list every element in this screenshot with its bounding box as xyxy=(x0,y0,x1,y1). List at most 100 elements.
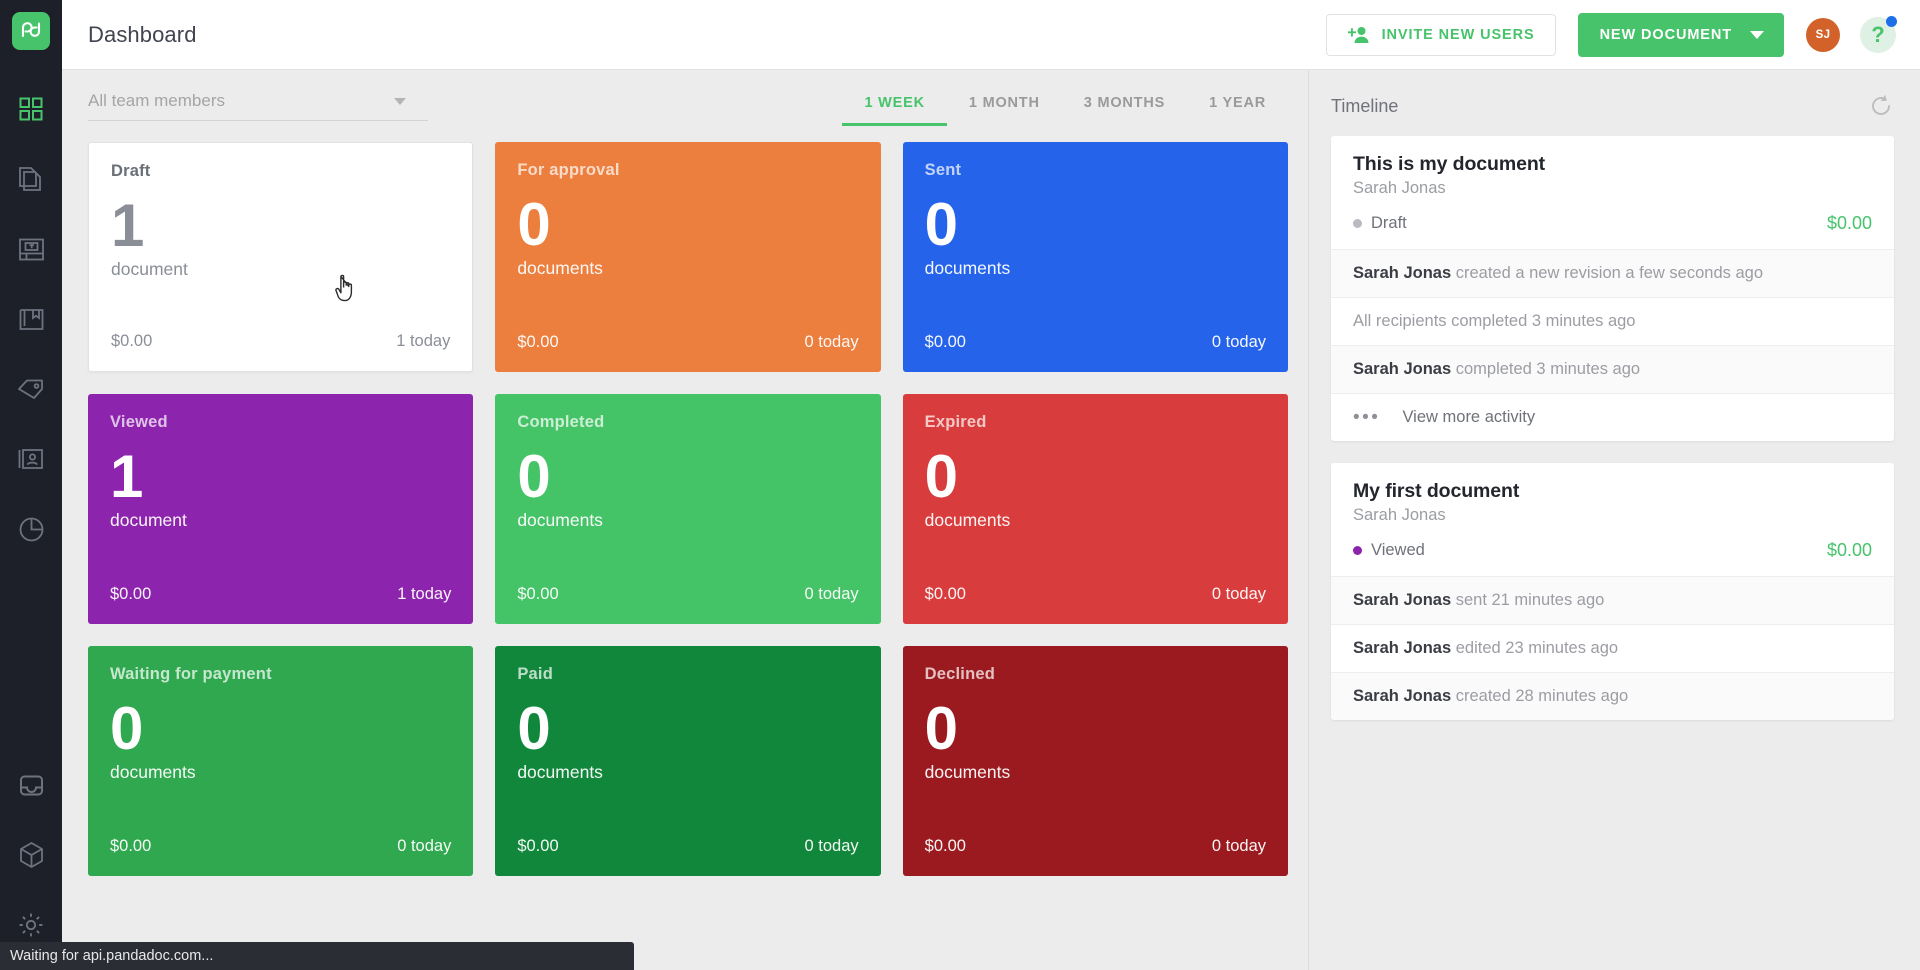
view-more-activity-label: View more activity xyxy=(1402,408,1536,426)
status-card-today: 0 today xyxy=(1211,585,1266,603)
sidebar-item-content-library[interactable] xyxy=(0,284,62,354)
gear-icon xyxy=(19,913,43,937)
page-title: Dashboard xyxy=(88,21,197,47)
refresh-button[interactable] xyxy=(1868,93,1894,119)
activity-actor: Sarah Jonas xyxy=(1353,639,1452,657)
main-column: Dashboard INVITE NEW USERS NEW DOCUMENT xyxy=(62,0,1920,970)
cube-icon xyxy=(19,842,43,868)
timeline-document-header: My first document Sarah Jonas Viewed $0.00 xyxy=(1331,463,1894,576)
status-card[interactable]: Viewed 1 document $0.00 1 today xyxy=(88,394,474,624)
sidebar-item-dashboard[interactable] xyxy=(0,74,62,144)
left-sidebar xyxy=(0,0,62,970)
status-card[interactable]: Waiting for payment 0 documents $0.00 0 toda… xyxy=(88,646,474,876)
tab-1-year[interactable]: 1 YEAR xyxy=(1187,86,1288,126)
sidebar-item-contacts[interactable] xyxy=(0,424,62,494)
sidebar-item-catalog[interactable] xyxy=(0,354,62,424)
status-card-footer: $0.00 1 today xyxy=(111,332,450,351)
filter-bar: All team members 1 WEEK 1 MONTH 3 MONTHS… xyxy=(88,70,1288,136)
tab-3-months[interactable]: 3 MONTHS xyxy=(1062,86,1187,126)
refresh-icon xyxy=(1872,94,1890,115)
sidebar-primary-nav xyxy=(0,74,62,564)
contact-card-icon xyxy=(18,449,43,469)
tab-1-month[interactable]: 1 MONTH xyxy=(947,86,1062,126)
status-card-today: 0 today xyxy=(804,837,859,855)
invite-new-users-button[interactable]: INVITE NEW USERS xyxy=(1325,13,1556,56)
status-card-title: Viewed xyxy=(110,413,168,431)
status-card-amount: $0.00 xyxy=(110,585,152,603)
status-card-grid: Draft 1 document $0.00 1 today For approval 0 d… xyxy=(88,136,1288,876)
timeline-document-name[interactable]: My first document xyxy=(1353,480,1872,503)
status-card-today: 0 today xyxy=(804,333,859,351)
pie-chart-icon xyxy=(19,517,43,541)
dashboard-content: All team members 1 WEEK 1 MONTH 3 MONTHS… xyxy=(62,70,1308,970)
status-card-count: 1 xyxy=(110,443,143,510)
logo-glyph xyxy=(21,22,41,38)
timeline-activity-row: All recipients completed 3 minutes ago xyxy=(1331,297,1894,345)
status-card[interactable]: Expired 0 documents $0.00 0 today xyxy=(902,394,1288,624)
activity-text: All recipients completed 3 minutes ago xyxy=(1353,312,1636,330)
status-card-unit: documents xyxy=(110,762,196,783)
status-card-amount: $0.00 xyxy=(924,333,966,351)
status-card-footer: $0.00 0 today xyxy=(925,333,1266,352)
status-card-footer: $0.00 0 today xyxy=(517,333,858,352)
sidebar-item-templates[interactable] xyxy=(0,214,62,284)
timeline-activity-row: Sarah Jonas completed 3 minutes ago xyxy=(1331,345,1894,393)
view-more-activity-button[interactable]: ••• View more activity xyxy=(1331,393,1894,441)
activity-text: edited 23 minutes ago xyxy=(1451,639,1619,657)
date-range-tabs: 1 WEEK 1 MONTH 3 MONTHS 1 YEAR xyxy=(842,86,1288,126)
timeline-header: Timeline xyxy=(1331,70,1894,136)
status-card-amount: $0.00 xyxy=(517,333,559,351)
status-card-footer: $0.00 0 today xyxy=(517,585,858,604)
chevron-down-icon xyxy=(1750,30,1764,39)
status-card-unit: document xyxy=(110,510,187,531)
status-card-title: Waiting for payment xyxy=(110,665,272,683)
status-card-title: Completed xyxy=(517,413,605,431)
status-card[interactable]: Sent 0 documents $0.00 0 today xyxy=(902,142,1288,372)
pandadoc-logo[interactable] xyxy=(12,12,50,50)
sidebar-item-documents[interactable] xyxy=(0,144,62,214)
timeline-title: Timeline xyxy=(1331,95,1399,116)
status-card-today: 0 today xyxy=(397,837,452,855)
status-card-count: 0 xyxy=(924,695,958,762)
status-card-title: Draft xyxy=(111,162,151,180)
status-card-amount: $0.00 xyxy=(924,585,966,603)
status-card[interactable]: For approval 0 documents $0.00 0 today xyxy=(495,142,881,372)
new-document-button[interactable]: NEW DOCUMENT xyxy=(1577,12,1784,57)
status-card-amount: $0.00 xyxy=(110,837,152,855)
timeline-document-header: This is my document Sarah Jonas Draft $0.00 xyxy=(1331,136,1894,249)
add-user-icon xyxy=(1347,26,1369,43)
timeline-activity-row: Sarah Jonas edited 23 minutes ago xyxy=(1331,624,1894,672)
status-card-unit: documents xyxy=(924,258,1011,279)
activity-actor: Sarah Jonas xyxy=(1353,264,1452,282)
documents-icon xyxy=(19,167,41,191)
activity-actor: Sarah Jonas xyxy=(1353,687,1452,705)
app-root: Dashboard INVITE NEW USERS NEW DOCUMENT xyxy=(0,0,1920,970)
ellipsis-icon: ••• xyxy=(1353,407,1381,428)
timeline-activity-row: Sarah Jonas sent 21 minutes ago xyxy=(1331,576,1894,624)
sidebar-item-inbox[interactable] xyxy=(0,750,62,820)
status-card-today: 1 today xyxy=(396,332,451,350)
team-member-select[interactable]: All team members xyxy=(88,91,428,121)
timeline-panel: Timeline This is my document Sarah Jonas D… xyxy=(1308,70,1920,970)
sidebar-item-reports[interactable] xyxy=(0,494,62,564)
status-card[interactable]: Declined 0 documents $0.00 0 today xyxy=(902,646,1288,876)
help-button[interactable]: ? xyxy=(1860,15,1897,53)
timeline-document-name[interactable]: This is my document xyxy=(1353,153,1872,176)
status-card-title: Sent xyxy=(924,161,962,179)
activity-text: created 28 minutes ago xyxy=(1451,687,1629,705)
status-card-count: 0 xyxy=(517,695,550,762)
tab-1-week[interactable]: 1 WEEK xyxy=(842,86,947,126)
status-card-amount: $0.00 xyxy=(517,837,559,855)
status-card-unit: document xyxy=(111,259,188,280)
status-dot-icon xyxy=(1353,219,1362,228)
timeline-document-card[interactable]: This is my document Sarah Jonas Draft $0.00… xyxy=(1331,136,1894,441)
status-badge: Draft xyxy=(1371,214,1407,232)
status-card[interactable]: Draft 1 document $0.00 1 today xyxy=(88,142,474,372)
status-card[interactable]: Completed 0 documents $0.00 0 today xyxy=(495,394,881,624)
status-card-unit: documents xyxy=(517,762,603,783)
status-card[interactable]: Paid 0 documents $0.00 0 today xyxy=(495,646,881,876)
sidebar-item-integrations[interactable] xyxy=(0,820,62,890)
avatar[interactable]: SJ xyxy=(1806,17,1840,52)
team-member-select-value: All team members xyxy=(88,91,225,110)
timeline-document-card[interactable]: My first document Sarah Jonas Viewed $0.00 S… xyxy=(1331,463,1894,720)
